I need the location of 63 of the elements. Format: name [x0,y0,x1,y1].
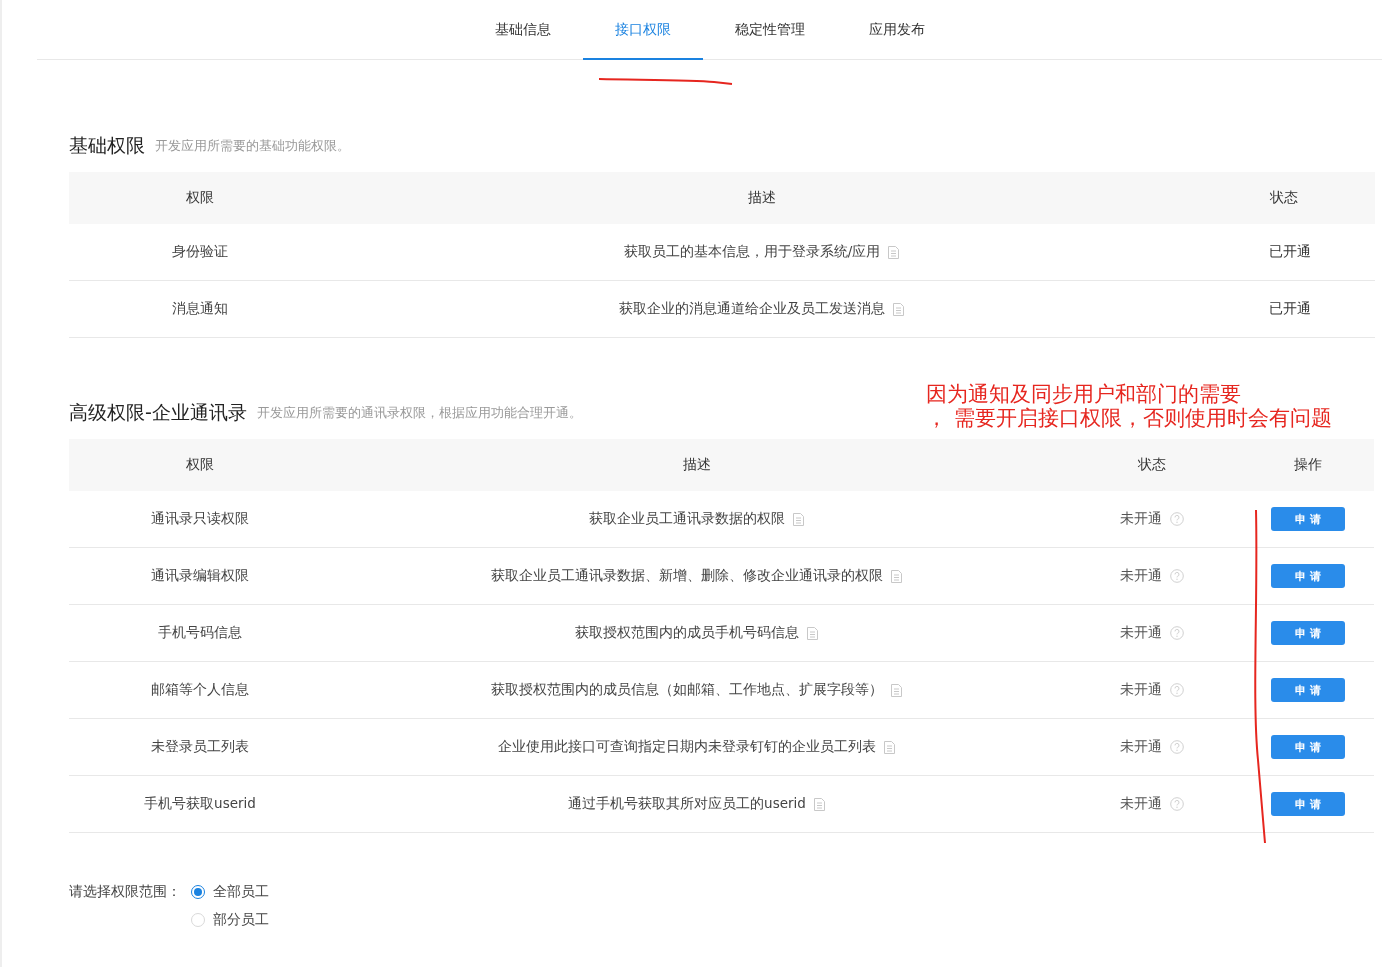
scope-label: 请选择权限范围： [69,883,181,901]
permission-description: 通过手机号获取其所对应员工的userid [568,795,806,813]
permission-status: 未开通 [1120,624,1162,642]
column-header: 权限 [69,439,331,491]
help-icon[interactable] [1170,512,1184,526]
column-header: 操作 [1242,439,1374,491]
permission-name: 通讯录只读权限 [69,491,331,548]
column-header: 描述 [331,172,1192,224]
permission-status: 未开通 [1120,510,1162,528]
permission-description: 获取授权范围内的成员信息（如邮箱、工作地点、扩展字段等） [491,681,883,699]
permission-name: 身份验证 [69,224,331,281]
tab[interactable]: 稳定性管理 [702,0,837,60]
permission-name: 手机号码信息 [69,605,331,662]
permission-description: 获取企业的消息通道给企业及员工发送消息 [619,300,885,318]
permission-name: 通讯录编辑权限 [69,548,331,605]
document-icon [888,245,900,259]
document-icon [891,569,902,583]
radio-option[interactable]: 全部员工 [191,883,269,901]
apply-button[interactable]: 申 请 [1271,507,1345,531]
column-header: 状态 [1192,172,1375,224]
apply-button[interactable]: 申 请 [1271,564,1345,588]
permission-description: 获取企业员工通讯录数据、新增、删除、修改企业通讯录的权限 [491,567,883,585]
help-icon[interactable] [1170,569,1184,583]
permission-name: 手机号获取userid [69,776,331,833]
permission-name: 未登录员工列表 [69,719,331,776]
permission-name: 消息通知 [69,281,331,338]
column-header: 权限 [69,172,331,224]
permission-status: 未开通 [1120,795,1162,813]
permission-status: 未开通 [1120,567,1162,585]
permission-status: 未开通 [1120,681,1162,699]
column-header: 描述 [331,439,1062,491]
document-icon [893,302,904,316]
apply-button[interactable]: 申 请 [1271,792,1345,816]
help-icon[interactable] [1170,626,1184,640]
permission-description: 企业使用此接口可查询指定日期内未登录钉钉的企业员工列表 [498,738,876,756]
permission-name: 邮箱等个人信息 [69,662,331,719]
section-title: 高级权限-企业通讯录 [69,400,247,425]
permission-description: 获取员工的基本信息，用于登录系统/应用 [623,243,881,261]
apply-button[interactable]: 申 请 [1271,735,1345,759]
permission-status: 未开通 [1120,738,1162,756]
annotation-text: 因为通知及同步用户和部门的需要 ， 需要开启接口权限，否则使用时会有问题 [926,382,1332,430]
permission-status: 已开通 [1268,300,1311,318]
permission-status: 已开通 [1268,243,1311,261]
help-icon[interactable] [1170,740,1184,754]
document-icon [793,512,804,526]
document-icon [807,626,818,640]
section-title: 基础权限 [69,133,145,158]
radio-option[interactable]: 部分员工 [191,911,269,929]
document-icon [891,683,902,697]
document-icon [813,797,825,811]
section-subtitle: 开发应用所需要的基础功能权限。 [155,137,350,155]
tab[interactable]: 接口权限 [582,0,703,60]
document-icon [884,740,895,754]
permission-description: 获取授权范围内的成员手机号码信息 [575,624,799,642]
tab[interactable]: 基础信息 [462,0,583,60]
apply-button[interactable]: 申 请 [1271,621,1345,645]
tab[interactable]: 应用发布 [836,0,957,60]
section-subtitle: 开发应用所需要的通讯录权限，根据应用功能合理开通。 [256,404,582,422]
help-icon[interactable] [1170,797,1184,811]
help-icon[interactable] [1170,683,1184,697]
column-header: 状态 [1062,439,1242,491]
apply-button[interactable]: 申 请 [1271,678,1345,702]
permission-description: 获取企业员工通讯录数据的权限 [589,510,785,528]
